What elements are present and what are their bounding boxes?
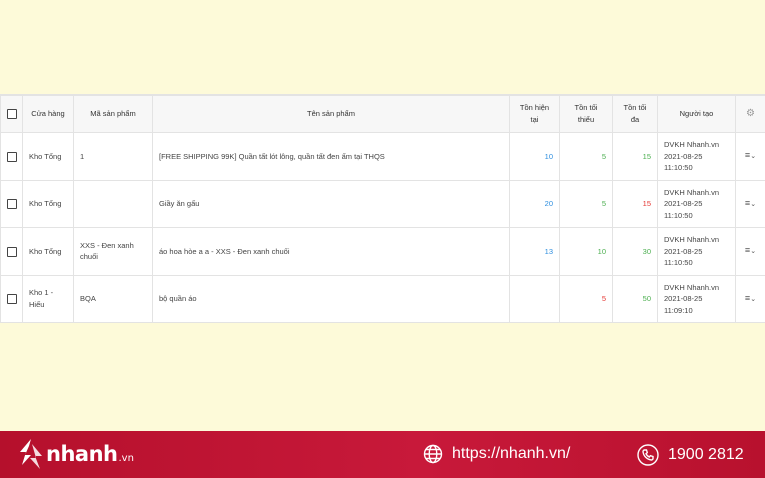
creator-cell: DVKH Nhanh.vn 2021-08-25 11:10:50 bbox=[657, 132, 736, 181]
col-header-sku[interactable]: Mã sản phẩm bbox=[73, 95, 153, 133]
store-cell: Kho Tổng bbox=[22, 132, 74, 181]
gear-icon[interactable]: ⚙ bbox=[746, 108, 755, 119]
row-checkbox[interactable] bbox=[6, 246, 17, 257]
table-row: Kho Tổng 1 [FREE SHIPPING 99K] Quần tất … bbox=[0, 132, 765, 181]
product-name-cell: [FREE SHIPPING 99K] Quần tất lót lông, q… bbox=[152, 132, 510, 181]
chevron-down-icon: ⌄ bbox=[750, 248, 757, 255]
sku-cell bbox=[73, 179, 153, 228]
stock-max-cell: 30 bbox=[612, 227, 658, 276]
row-select-cell bbox=[0, 179, 23, 228]
column-settings-cell: ⚙ bbox=[735, 95, 765, 133]
row-action-menu[interactable]: ≡⌄ bbox=[735, 179, 765, 228]
stock-max-cell: 50 bbox=[612, 274, 658, 323]
creator-cell: DVKH Nhanh.vn 2021-08-25 11:10:50 bbox=[657, 227, 736, 276]
nhanh-logo: nhanh .vn bbox=[18, 438, 134, 470]
row-checkbox[interactable] bbox=[6, 199, 17, 210]
product-name-cell: bộ quần áo bbox=[152, 274, 510, 323]
row-action-menu[interactable]: ≡⌄ bbox=[735, 274, 765, 323]
row-checkbox[interactable] bbox=[6, 294, 17, 305]
row-action-menu[interactable]: ≡⌄ bbox=[735, 227, 765, 276]
col-header-stock-now[interactable]: Tồn hiện tại bbox=[509, 95, 560, 133]
phone-icon bbox=[637, 444, 659, 466]
row-action-menu[interactable]: ≡⌄ bbox=[735, 132, 765, 181]
store-cell: Kho Tổng bbox=[22, 179, 74, 228]
table-row: Kho Tổng XXS - Đen xanh chuối áo hoa hòe… bbox=[0, 227, 765, 276]
chevron-down-icon: ⌄ bbox=[750, 295, 757, 303]
stock-min-cell: 5 bbox=[559, 274, 613, 323]
stock-min-cell: 5 bbox=[559, 132, 613, 181]
stock-now-cell: 13 bbox=[509, 227, 560, 276]
stock-max-cell: 15 bbox=[612, 132, 658, 181]
hotline[interactable]: 1900 2812 bbox=[637, 444, 744, 466]
inventory-table: Cửa hàng Mã sản phẩm Tên sản phẩm Tồn hi… bbox=[0, 95, 765, 323]
stock-now-cell bbox=[509, 274, 560, 323]
stock-min-cell: 10 bbox=[559, 227, 613, 276]
stock-now-cell: 10 bbox=[509, 132, 560, 181]
globe-icon bbox=[423, 444, 443, 464]
stock-min-cell: 5 bbox=[559, 179, 613, 228]
col-header-stock-max[interactable]: Tồn tối đa bbox=[612, 95, 658, 133]
phone-number: 1900 2812 bbox=[668, 446, 744, 463]
select-all-cell bbox=[0, 95, 23, 133]
row-select-cell bbox=[0, 132, 23, 181]
store-cell: Kho Tổng bbox=[22, 227, 74, 276]
stock-max-cell: 15 bbox=[612, 179, 658, 228]
sku-cell: XXS - Đen xanh chuối bbox=[73, 227, 153, 276]
footer-banner: nhanh .vn https://nhanh.vn/ 1900 2812 bbox=[0, 431, 765, 478]
col-header-creator[interactable]: Người tạo bbox=[657, 95, 736, 133]
creator-cell: DVKH Nhanh.vn 2021-08-25 11:09:10 bbox=[657, 274, 736, 323]
row-select-cell bbox=[0, 274, 23, 323]
stock-now-cell: 20 bbox=[509, 179, 560, 228]
store-cell: Kho 1 - Hiếu bbox=[22, 274, 74, 323]
sku-cell: BQA bbox=[73, 274, 153, 323]
creator-cell: DVKH Nhanh.vn 2021-08-25 11:10:50 bbox=[657, 179, 736, 228]
col-header-name[interactable]: Tên sản phẩm bbox=[152, 95, 510, 133]
sku-cell: 1 bbox=[73, 132, 153, 181]
table-header-row: Cửa hàng Mã sản phẩm Tên sản phẩm Tồn hi… bbox=[0, 95, 765, 133]
table-row: Kho 1 - Hiếu BQA bộ quần áo 5 50 DVKH Nh… bbox=[0, 274, 765, 323]
row-checkbox[interactable] bbox=[6, 151, 17, 162]
col-header-stock-min[interactable]: Tồn tối thiểu bbox=[559, 95, 613, 133]
chevron-down-icon: ⌄ bbox=[750, 200, 757, 208]
col-header-store[interactable]: Cửa hàng bbox=[22, 95, 74, 133]
nhanh-logo-icon bbox=[20, 439, 42, 469]
select-all-checkbox[interactable] bbox=[6, 109, 17, 120]
row-select-cell bbox=[0, 227, 23, 276]
website-url: https://nhanh.vn/ bbox=[452, 445, 571, 462]
website-link[interactable]: https://nhanh.vn/ bbox=[423, 444, 570, 464]
chevron-down-icon: ⌄ bbox=[750, 153, 757, 160]
brand-suffix: .vn bbox=[118, 452, 134, 464]
product-name-cell: Giầy ăn gấu bbox=[152, 179, 510, 228]
product-name-cell: áo hoa hòe a a - XXS - Đen xanh chuối bbox=[152, 227, 510, 276]
brand-name: nhanh bbox=[46, 442, 118, 466]
table-row: Kho Tổng Giầy ăn gấu 20 5 15 DVKH Nhanh.… bbox=[0, 179, 765, 228]
inventory-table-panel: Cửa hàng Mã sản phẩm Tên sản phẩm Tồn hi… bbox=[0, 94, 765, 323]
